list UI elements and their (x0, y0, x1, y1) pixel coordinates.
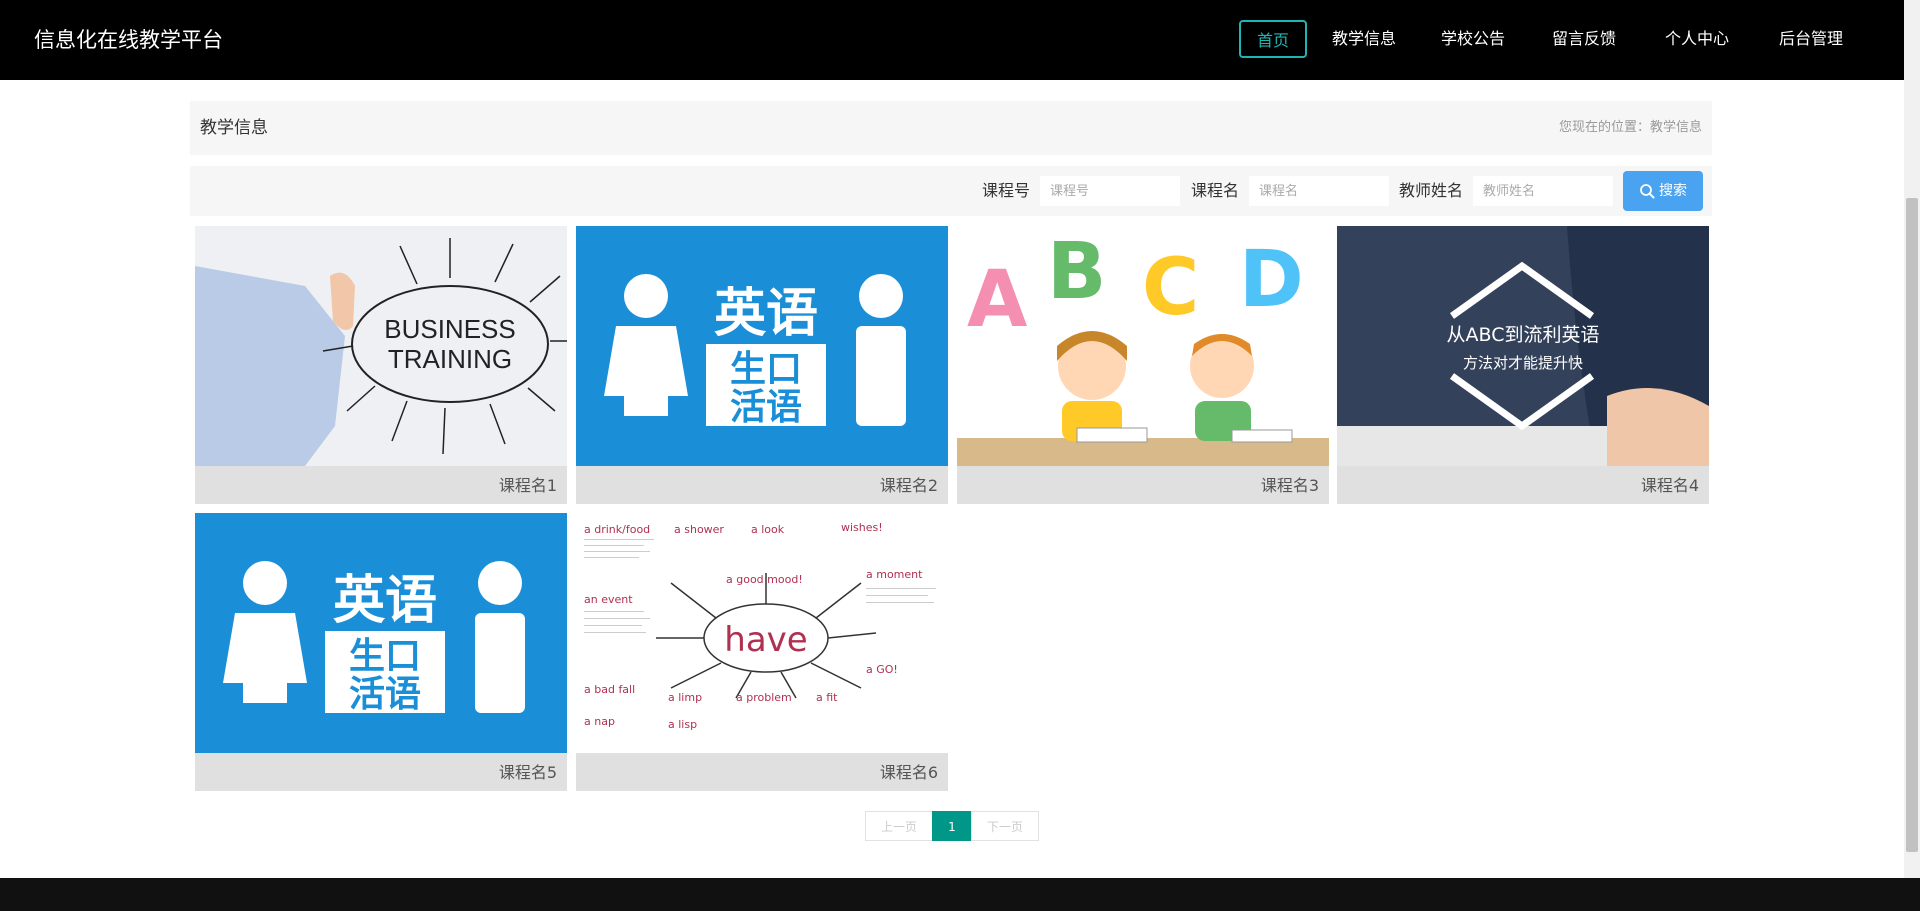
svg-text:a bad fall: a bad fall (584, 683, 635, 696)
breadcrumb: 您现在的位置：教学信息 (1558, 120, 1702, 135)
search-icon (1640, 184, 1655, 199)
course-name-input[interactable] (1249, 176, 1389, 206)
teacher-name-label: 教师姓名 (1399, 181, 1464, 200)
search-button[interactable]: 搜索 (1623, 171, 1703, 211)
site-brand[interactable]: 信息化在线教学平台 (34, 0, 223, 80)
course-thumbnail-business-training: BUSINESS TRAINING (195, 226, 567, 466)
fluent-line1: 从ABC到流利英语 (1447, 324, 1600, 346)
svg-text:a GO!: a GO! (866, 663, 898, 676)
pagination-next[interactable]: 下一页 (971, 811, 1039, 841)
course-card[interactable]: 英语 生口 活语 课程名5 (195, 513, 567, 791)
course-name[interactable]: 课程名1 (499, 472, 557, 496)
english-b1-text: 生口 (730, 349, 802, 390)
nav-item-school-notice[interactable]: 学校公告 (1438, 20, 1508, 58)
course-thumbnail-have-mindmap: have a drink/food a shower a look wishes… (576, 513, 948, 753)
nav-item-home[interactable]: 首页 (1239, 20, 1307, 58)
svg-text:a problem: a problem (736, 691, 792, 704)
search-button-label: 搜索 (1659, 183, 1687, 199)
business-line2: TRAINING (388, 344, 512, 374)
course-card[interactable]: BUSINESS TRAINING 课程名1 (195, 226, 567, 504)
svg-text:wishes!: wishes! (841, 521, 883, 534)
course-name[interactable]: 课程名5 (499, 759, 557, 783)
course-thumbnail-spoken-english: 英语 生口 活语 (576, 226, 948, 466)
svg-text:英语: 英语 (333, 571, 437, 631)
course-name[interactable]: 课程名2 (880, 472, 938, 496)
course-card[interactable]: A B C D 课程名3 (957, 226, 1329, 504)
course-thumbnail-abcd-kids: A B C D (957, 226, 1329, 466)
course-no-input[interactable] (1040, 176, 1180, 206)
svg-text:A: A (967, 255, 1027, 345)
svg-text:a good mood!: a good mood! (726, 573, 803, 586)
business-line1: BUSINESS (384, 314, 516, 344)
course-name[interactable]: 课程名3 (1261, 472, 1319, 496)
pagination-page-1[interactable]: 1 (932, 811, 972, 841)
svg-text:D: D (1239, 235, 1304, 325)
fluent-line2: 方法对才能提升快 (1463, 354, 1583, 372)
course-name[interactable]: 课程名6 (880, 759, 938, 783)
svg-text:活语: 活语 (349, 674, 421, 715)
svg-text:生口: 生口 (349, 636, 421, 677)
course-name-label: 课程名 (1191, 181, 1240, 200)
english-top-text: 英语 (714, 284, 818, 344)
course-thumbnail-fluent-english: 从ABC到流利英语 方法对才能提升快 (1337, 226, 1709, 466)
course-card[interactable]: have a drink/food a shower a look wishes… (576, 513, 948, 791)
page-title: 教学信息 (200, 118, 268, 138)
page-header: 教学信息 您现在的位置：教学信息 (190, 101, 1712, 155)
english-b2-text: 活语 (730, 387, 802, 428)
footer (0, 878, 1920, 911)
svg-text:a nap: a nap (584, 715, 615, 728)
teacher-name-input[interactable] (1473, 176, 1613, 206)
nav-item-teaching-info[interactable]: 教学信息 (1329, 20, 1399, 58)
search-bar: 课程号 课程名 教师姓名 搜索 (190, 166, 1712, 216)
course-card[interactable]: 英语 生口 活语 课程名2 (576, 226, 948, 504)
svg-text:C: C (1142, 243, 1199, 333)
svg-text:a shower: a shower (674, 523, 724, 536)
svg-text:a lisp: a lisp (668, 718, 697, 731)
svg-text:a drink/food: a drink/food (584, 523, 650, 536)
svg-text:a look: a look (751, 523, 785, 536)
course-card[interactable]: 从ABC到流利英语 方法对才能提升快 课程名4 (1337, 226, 1709, 504)
pagination-prev[interactable]: 上一页 (865, 811, 933, 841)
svg-text:a fit: a fit (816, 691, 838, 704)
nav-item-feedback[interactable]: 留言反馈 (1549, 20, 1619, 58)
svg-text:have: have (724, 620, 807, 660)
svg-text:a limp: a limp (668, 691, 702, 704)
svg-text:B: B (1047, 227, 1106, 317)
nav-item-admin[interactable]: 后台管理 (1776, 20, 1846, 58)
course-name[interactable]: 课程名4 (1641, 472, 1699, 496)
scrollbar-thumb[interactable] (1906, 198, 1918, 852)
course-thumbnail-spoken-english: 英语 生口 活语 (195, 513, 567, 753)
nav-item-personal-center[interactable]: 个人中心 (1662, 20, 1732, 58)
svg-text:an event: an event (584, 593, 633, 606)
top-navbar: 信息化在线教学平台 首页 教学信息 学校公告 留言反馈 个人中心 后台管理 (0, 0, 1904, 80)
svg-text:a moment: a moment (866, 568, 923, 581)
course-no-label: 课程号 (982, 181, 1031, 200)
